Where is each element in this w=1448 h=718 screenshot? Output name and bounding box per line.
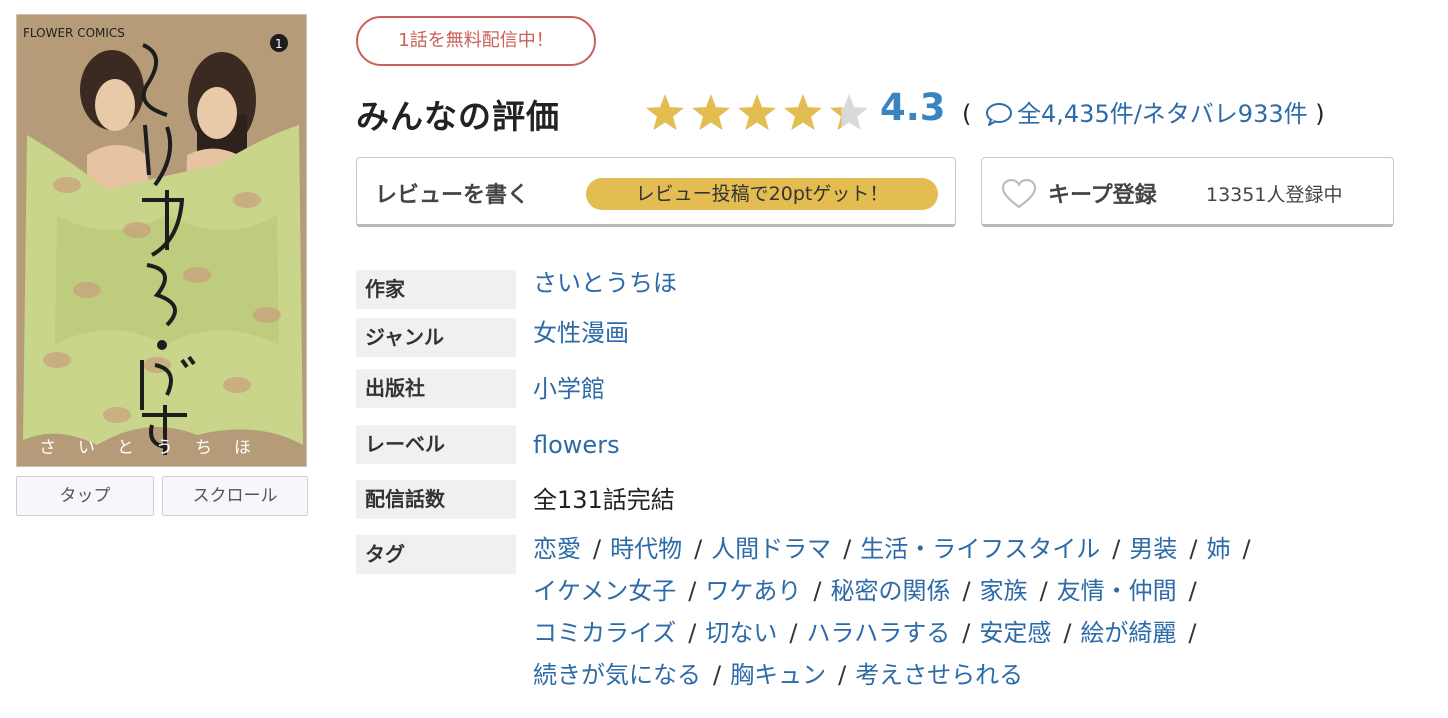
label-label: レーベル [356, 425, 516, 464]
tag-separator: / [713, 661, 722, 689]
tag-separator: / [593, 535, 602, 563]
tag-separator: / [962, 619, 971, 647]
tag-separator: / [688, 619, 697, 647]
tag-link[interactable]: コミカライズ [533, 619, 676, 647]
tags-label: タグ [356, 535, 516, 574]
tag-link[interactable]: 時代物 [610, 535, 682, 563]
cover-author-text: さいとうちほ [39, 438, 273, 458]
tag-separator: / [789, 619, 798, 647]
tag-line: イケメン女子 / ワケあり / 秘密の関係 / 家族 / 友情・仲間 / [533, 575, 1423, 617]
tag-link[interactable]: ワケあり [705, 577, 801, 605]
star-icon [691, 94, 731, 131]
star-icon [783, 94, 823, 131]
episode-count-label: 配信話数 [356, 480, 516, 519]
tag-line: 恋愛 / 時代物 / 人間ドラマ / 生活・ライフスタイル / 男装 / 姉 / [533, 533, 1423, 575]
rating-value: 4.3 [880, 86, 946, 129]
tag-link[interactable]: 続きが気になる [533, 661, 701, 689]
write-review-button[interactable]: レビューを書く レビュー投稿で20ptゲット！ [356, 157, 956, 227]
viewer-buttons: タップ スクロール [16, 476, 308, 518]
tag-separator: / [1063, 619, 1072, 647]
tag-separator: / [1039, 577, 1048, 605]
tag-separator: / [1188, 619, 1197, 647]
comment-icon [986, 103, 1013, 126]
tag-separator: / [688, 577, 697, 605]
genre-label: ジャンル [356, 318, 516, 357]
tag-separator: / [813, 577, 822, 605]
tag-separator: / [1112, 535, 1121, 563]
close-paren: ) [1315, 100, 1325, 128]
star-icon [645, 94, 685, 131]
genre-link[interactable]: 女性漫画 [533, 317, 629, 349]
tag-link[interactable]: 生活・ライフスタイル [860, 535, 1100, 563]
star-rating [645, 94, 869, 131]
write-review-label: レビューを書く [375, 183, 530, 208]
tag-separator: / [1189, 535, 1198, 563]
tag-link[interactable]: 姉 [1206, 535, 1230, 563]
author-label: 作家 [356, 270, 516, 309]
open-paren: ( [962, 100, 972, 128]
tag-separator: / [838, 661, 847, 689]
tap-view-button[interactable]: タップ [16, 476, 154, 516]
cover-art: FLOWER COMICS 1 さいとうちほ [17, 15, 306, 466]
tag-separator: / [843, 535, 852, 563]
publisher-label: 出版社 [356, 369, 516, 408]
cover-series-label: FLOWER COMICS [23, 26, 125, 40]
tag-link[interactable]: イケメン女子 [533, 577, 676, 605]
tag-link[interactable]: 考えさせられる [855, 661, 1023, 689]
reviews-link-text: 全4,435件/ネタバレ933件 [1017, 100, 1308, 128]
tag-link[interactable]: 絵が綺麗 [1080, 619, 1176, 647]
tag-link[interactable]: 男装 [1129, 535, 1177, 563]
tag-link[interactable]: 恋愛 [533, 535, 581, 563]
tag-link[interactable]: 友情・仲間 [1057, 577, 1177, 605]
tag-link[interactable]: 切ない [705, 619, 777, 647]
tag-list: 恋愛 / 時代物 / 人間ドラマ / 生活・ライフスタイル / 男装 / 姉 / イケメン女子 / ワケあり… [533, 533, 1423, 701]
review-count: ( 全4,435件/ネタバレ933件 ) [962, 94, 1325, 129]
label-link[interactable]: flowers [533, 429, 620, 461]
free-episode-badge: 1話を無料配信中！ [356, 16, 596, 66]
rating-heading: みんなの評価 [356, 97, 560, 136]
rating-row: みんなの評価 4.3 ( 全4,435件/ネタバレ933件 ) [356, 84, 1416, 138]
tag-link[interactable]: 胸キュン [730, 661, 826, 689]
tag-link[interactable]: 家族 [980, 577, 1028, 605]
tag-link[interactable]: ハラハラする [806, 619, 950, 647]
tag-line: 続きが気になる / 胸キュン / 考えさせられる [533, 659, 1423, 701]
book-cover-image[interactable]: FLOWER COMICS 1 さいとうちほ [16, 14, 307, 467]
tag-separator: / [1188, 577, 1197, 605]
tag-link[interactable]: 秘密の関係 [830, 577, 950, 605]
tag-link[interactable]: 安定感 [979, 619, 1051, 647]
review-promo-badge: レビュー投稿で20ptゲット！ [586, 178, 938, 210]
scroll-view-button[interactable]: スクロール [162, 476, 308, 516]
reviews-link[interactable]: 全4,435件/ネタバレ933件 [979, 100, 1308, 128]
keep-label: キープ登録 [1048, 183, 1157, 208]
tag-separator: / [962, 577, 971, 605]
tag-separator: / [694, 535, 703, 563]
tag-separator: / [1242, 535, 1251, 563]
tag-line: コミカライズ / 切ない / ハラハラする / 安定感 / 絵が綺麗 / [533, 617, 1423, 659]
keep-count: 13351人登録中 [1206, 184, 1343, 206]
heart-icon [1001, 179, 1037, 209]
cover-volume-number: 1 [275, 37, 283, 51]
tag-link[interactable]: 人間ドラマ [711, 535, 831, 563]
author-link[interactable]: さいとうちほ [533, 267, 677, 299]
star-icon [829, 94, 869, 131]
star-icon [737, 94, 777, 131]
keep-button[interactable]: キープ登録 13351人登録中 [981, 157, 1394, 227]
episode-count-value: 全131話完結 [533, 486, 675, 514]
publisher-link[interactable]: 小学館 [533, 373, 605, 405]
